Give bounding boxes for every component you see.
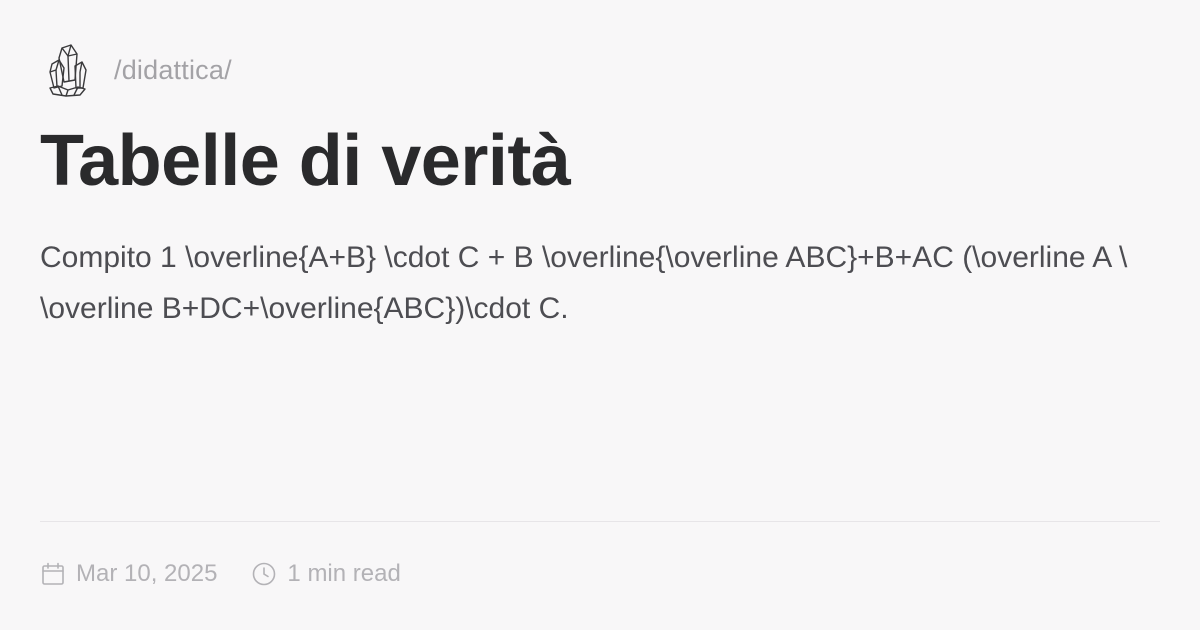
read-time: 1 min read bbox=[287, 560, 401, 587]
page-title: Tabelle di verità bbox=[40, 121, 571, 201]
crystal-cluster-icon[interactable] bbox=[44, 42, 90, 98]
divider bbox=[40, 521, 1160, 522]
post-description: Compito 1 \overline{A+B} \cdot C + B \ov… bbox=[40, 241, 1128, 325]
read-time-meta: 1 min read bbox=[251, 560, 401, 588]
clock-icon bbox=[253, 562, 276, 586]
site-header: /didattica/ bbox=[44, 40, 232, 100]
post-date: Mar 10, 2025 bbox=[76, 560, 218, 587]
og-card: /didattica/ Tabelle di verità Compito 1 … bbox=[0, 0, 1200, 630]
calendar-icon bbox=[42, 562, 64, 585]
date-meta: Mar 10, 2025 bbox=[40, 560, 217, 588]
post-meta: Mar 10, 2025 1 min read bbox=[40, 556, 401, 592]
breadcrumb-didattica[interactable]: /didattica/ bbox=[114, 55, 232, 86]
